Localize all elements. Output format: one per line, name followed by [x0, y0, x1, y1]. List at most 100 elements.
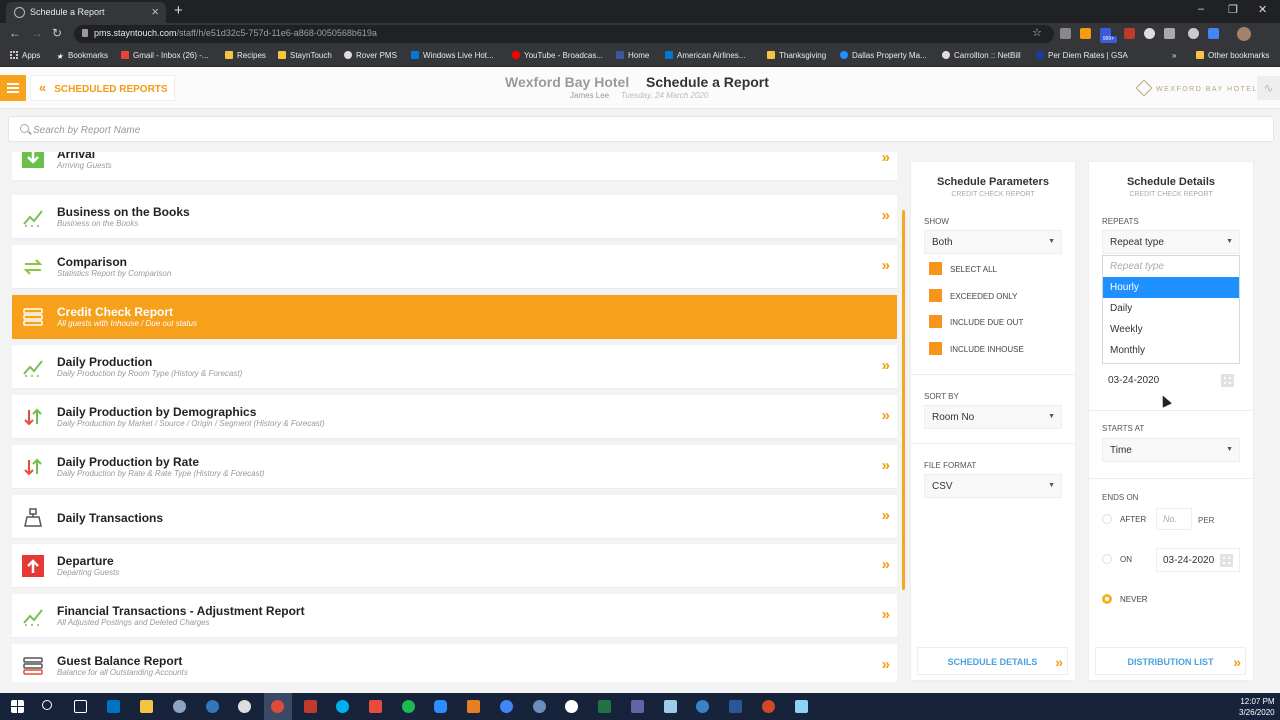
report-row[interactable]: Arrival Arriving Guests » — [12, 152, 897, 181]
report-row[interactable]: Financial Transactions - Adjustment Repo… — [12, 594, 897, 638]
bookmark-item[interactable]: Windows Live Hot... — [411, 51, 494, 60]
option-weekly[interactable]: Weekly — [1103, 319, 1239, 340]
extension-icon[interactable] — [1144, 28, 1155, 39]
task-view-icon[interactable] — [74, 700, 87, 713]
browser-tab[interactable]: Schedule a Report × — [6, 2, 166, 23]
back-arrow-icon[interactable]: ← — [9, 26, 21, 40]
acrobat-icon[interactable] — [369, 700, 382, 713]
reload-icon[interactable]: ↻ — [52, 26, 62, 40]
app-icon[interactable] — [173, 700, 186, 713]
distribution-list-button[interactable]: DISTRIBUTION LIST » — [1095, 647, 1246, 675]
extension-icon[interactable] — [1124, 28, 1135, 39]
starts-at-select[interactable]: Time ▼ — [1102, 438, 1240, 462]
app-icon[interactable] — [565, 700, 578, 713]
powerpoint-icon[interactable] — [762, 700, 775, 713]
bookmark-item[interactable]: YouTube - Broadcas... — [512, 51, 603, 60]
bookmark-item[interactable]: Home — [616, 51, 649, 60]
bookmark-star-icon[interactable]: ☆ — [1032, 26, 1042, 39]
tab-close-icon[interactable]: × — [151, 4, 159, 19]
end-date-field[interactable]: 03-24-2020 — [1156, 548, 1240, 572]
report-row[interactable]: Comparison Statistics Report by Comparis… — [12, 245, 897, 289]
search-input[interactable] — [33, 121, 633, 139]
bookmark-apps[interactable]: Apps — [10, 51, 40, 60]
bookmark-item[interactable]: Rover PMS — [344, 51, 397, 60]
bookmark-item[interactable]: ★ Bookmarks — [56, 51, 108, 61]
extension-icon[interactable] — [1164, 28, 1175, 39]
radio-after[interactable]: AFTER — [1102, 514, 1146, 524]
zoom-icon[interactable] — [434, 700, 447, 713]
schedule-details-button[interactable]: SCHEDULE DETAILS » — [917, 647, 1068, 675]
bookmarks-overflow[interactable]: » — [1172, 51, 1176, 60]
app-icon[interactable] — [533, 700, 546, 713]
radio-never[interactable]: NEVER — [1102, 594, 1148, 604]
extension-icon[interactable] — [1208, 28, 1219, 39]
window-close-icon[interactable]: ✕ — [1258, 3, 1267, 16]
start-date-field[interactable]: 03-24-2020 — [1102, 369, 1240, 393]
after-count-input[interactable]: No. — [1156, 508, 1192, 530]
option-repeat-type[interactable]: Repeat type — [1103, 256, 1239, 277]
checkbox-select-all[interactable]: SELECT ALL — [929, 262, 997, 275]
teams-icon[interactable] — [631, 700, 644, 713]
minimize-icon[interactable]: – — [1198, 3, 1204, 15]
app-icon[interactable] — [696, 700, 709, 713]
app-icon[interactable] — [664, 700, 677, 713]
bookmark-item[interactable]: Thanksgiving — [767, 51, 826, 60]
windows-start-icon[interactable] — [11, 700, 24, 713]
hamburger-menu-button[interactable] — [0, 75, 26, 101]
report-row-selected[interactable]: Credit Check Report All guests with Inho… — [12, 295, 897, 339]
excel-icon[interactable] — [598, 700, 611, 713]
chrome-icon[interactable] — [500, 700, 513, 713]
extension-icon[interactable] — [1188, 28, 1199, 39]
outlook-icon[interactable] — [107, 700, 120, 713]
calendar-icon[interactable] — [1221, 374, 1234, 387]
other-bookmarks[interactable]: Other bookmarks — [1196, 51, 1269, 60]
spotify-icon[interactable] — [402, 700, 415, 713]
report-row[interactable]: Daily Production by Rate Daily Productio… — [12, 445, 897, 489]
search-icon[interactable] — [42, 700, 52, 710]
checkbox-include-inhouse[interactable]: INCLUDE INHOUSE — [929, 342, 1024, 355]
filezilla-icon[interactable] — [304, 700, 317, 713]
file-format-select[interactable]: CSV ▼ — [924, 474, 1062, 498]
list-scrollbar[interactable] — [902, 210, 905, 590]
word-icon[interactable] — [729, 700, 742, 713]
extension-icon[interactable] — [1080, 28, 1091, 39]
bookmark-item[interactable]: Gmail - Inbox (26) -... — [121, 51, 209, 60]
report-row[interactable]: Daily Production Daily Production by Roo… — [12, 345, 897, 389]
repeats-select[interactable]: Repeat type ▼ — [1102, 230, 1240, 254]
bookmark-item[interactable]: StaynTouch — [278, 51, 332, 60]
bookmark-item[interactable]: Per Diem Rates | GSA — [1036, 51, 1128, 60]
new-tab-icon[interactable]: + — [174, 2, 183, 19]
report-row[interactable]: Guest Balance Report Balance for all Out… — [12, 644, 897, 682]
option-hourly[interactable]: Hourly — [1103, 277, 1239, 298]
url-field[interactable]: pms.stayntouch.com/staff/h/e51d32c5-757d… — [74, 25, 1054, 43]
skype-icon[interactable] — [336, 700, 349, 713]
bookmark-item[interactable]: American Airlines... — [665, 51, 745, 60]
checkbox-exceeded-only[interactable]: EXCEEDED ONLY — [929, 289, 1017, 302]
maximize-icon[interactable]: ❐ — [1228, 3, 1238, 16]
calendar-icon[interactable] — [1220, 554, 1233, 567]
report-row[interactable]: Daily Production by Demographics Daily P… — [12, 395, 897, 439]
show-select[interactable]: Both ▼ — [924, 230, 1062, 254]
report-row[interactable]: Daily Transactions » — [12, 495, 897, 539]
bookmark-item[interactable]: Carrollton :: NetBill — [942, 51, 1021, 60]
scheduled-reports-back-button[interactable]: « SCHEDULED REPORTS — [30, 75, 175, 101]
radio-on[interactable]: ON — [1102, 554, 1132, 564]
app-icon[interactable] — [795, 700, 808, 713]
sort-by-select[interactable]: Room No ▼ — [924, 405, 1062, 429]
bookmark-item[interactable]: Recipes — [225, 51, 266, 60]
edge-icon[interactable] — [206, 700, 219, 713]
profile-avatar[interactable] — [1237, 27, 1251, 41]
forward-arrow-icon[interactable]: → — [31, 26, 43, 40]
bookmark-item[interactable]: Dallas Property Ma... — [840, 51, 927, 60]
checkbox-include-due-out[interactable]: INCLUDE DUE OUT — [929, 315, 1023, 328]
report-row[interactable]: Business on the Books Business on the Bo… — [12, 195, 897, 239]
app-icon[interactable] — [467, 700, 480, 713]
option-daily[interactable]: Daily — [1103, 298, 1239, 319]
file-explorer-icon[interactable] — [140, 700, 153, 713]
activity-icon[interactable]: ∿ — [1257, 76, 1280, 100]
system-clock[interactable]: 12:07 PM 3/26/2020 — [1239, 696, 1275, 718]
globe-icon[interactable] — [238, 700, 251, 713]
extension-icon[interactable] — [1060, 28, 1071, 39]
chrome-icon[interactable] — [271, 700, 284, 713]
option-monthly[interactable]: Monthly — [1103, 340, 1239, 361]
